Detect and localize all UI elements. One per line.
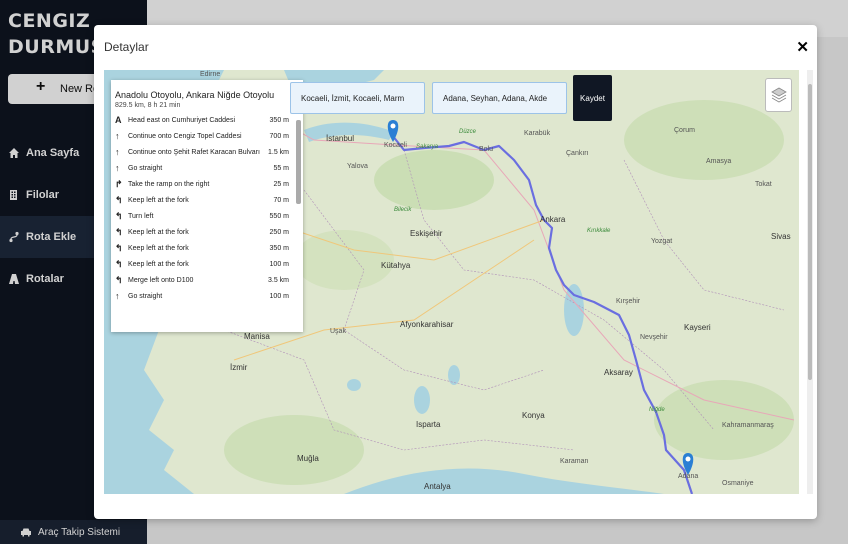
map-label: Eskişehir [410,229,443,238]
route-summary: 829.5 km, 8 h 21 min [115,102,181,109]
route-step[interactable]: A Head east on Cumhuriyet Caddesi 350 m [111,113,293,129]
modal-title: Detaylar [104,40,149,54]
route-step[interactable]: ↰ Keep left at the fork 70 m [111,193,293,209]
map-label: Osmaniye [722,480,754,487]
map-label: Ankara [540,215,566,224]
map-label: Kahramanmaraş [722,422,774,429]
map-label: Çankırı [566,150,589,157]
keep-left-icon: ↰ [115,259,123,269]
route-steps: A Head east on Cumhuriyet Caddesi 350 m ↑ C… [111,113,303,305]
map-label: Adana [678,473,699,480]
map-label: Kırıkkale [587,228,611,234]
origin-input[interactable] [290,82,425,114]
layers-button[interactable] [765,78,792,112]
map-label: Konya [522,411,545,420]
route-panel-scrollbar[interactable] [296,120,301,204]
ramp-right-icon: ↱ [115,179,123,189]
map-label: Niğde [649,407,665,413]
keep-left-icon: ↰ [115,243,123,253]
map-label: Aksaray [604,368,633,377]
map-label: Muğla [297,454,319,463]
map[interactable]: Edirne İstanbul Kocaeli Sakarya Düzce Bo… [104,70,799,494]
map-label: İzmir [230,363,248,372]
map-label: Kocaeli [384,142,407,149]
map-label: Yalova [347,163,368,170]
route-title: Anadolu Otoyolu, Ankara Niğde Otoyolu [115,90,275,100]
details-modal: Detaylar ✕ Edirne İstanbul Kocaeli Sakar… [94,25,817,519]
close-icon[interactable]: ✕ [796,38,809,56]
route-step[interactable]: ↰ Keep left at the fork 250 m [111,225,293,241]
map-label: Karabük [524,130,551,137]
route-step[interactable]: ↰ Keep left at the fork 100 m [111,257,293,273]
map-label: Çorum [674,127,696,134]
route-step[interactable]: ↰ Keep left at the fork 350 m [111,241,293,257]
route-step[interactable]: ↰ Merge left onto D100 3.5 km [111,273,293,289]
map-label: Sakarya [416,144,439,150]
straight-icon: ↑ [115,163,120,173]
map-label: Yozgat [651,238,673,245]
map-label: İstanbul [326,134,355,143]
map-label: Düzce [459,129,477,135]
map-label: Bilecik [394,207,412,213]
route-step[interactable]: ↱ Take the ramp on the right 25 m [111,177,293,193]
route-step[interactable]: ↑ Go straight 55 m [111,161,293,177]
map-label: Edirne [200,71,221,78]
map-label: Kırşehir [616,298,641,305]
start-icon: A [115,115,122,125]
map-label: Tokat [755,181,772,188]
destination-input[interactable] [432,82,567,114]
route-step[interactable]: ↑ Continue onto Cengiz Topel Caddesi 700 m [111,129,293,145]
map-label: Sivas [771,232,791,241]
map-label: Amasya [706,158,732,165]
map-label: Kayseri [684,323,711,332]
map-label: Manisa [244,332,270,341]
modal-scrollbar-thumb[interactable] [808,84,812,380]
route-step[interactable]: ↑ Continue onto Şehit Rafet Karacan Bulva… [111,145,293,161]
straight-icon: ↑ [115,147,120,157]
layers-icon [770,87,787,103]
straight-icon: ↑ [115,291,120,301]
keep-left-icon: ↰ [115,227,123,237]
save-button[interactable]: Kaydet [573,75,612,121]
keep-left-icon: ↰ [115,195,123,205]
map-label: Uşak [330,328,346,335]
route-step[interactable]: ↰ Turn left 550 m [111,209,293,225]
map-label: Bolu [479,146,494,153]
map-label: Nevşehir [640,334,668,341]
map-label: Afyonkarahisar [400,320,454,329]
map-label: Kütahya [381,261,411,270]
map-label: Isparta [416,420,441,429]
straight-icon: ↑ [115,131,120,141]
route-instructions-panel[interactable]: Anadolu Otoyolu, Ankara Niğde Otoyolu 82… [111,80,303,332]
modal-scrollbar[interactable] [807,70,813,494]
merge-left-icon: ↰ [115,275,123,285]
route-step[interactable]: ↑ Go straight 100 m [111,289,293,305]
map-label: Antalya [424,482,451,491]
map-label: Karaman [560,458,589,465]
turn-left-icon: ↰ [115,211,123,221]
